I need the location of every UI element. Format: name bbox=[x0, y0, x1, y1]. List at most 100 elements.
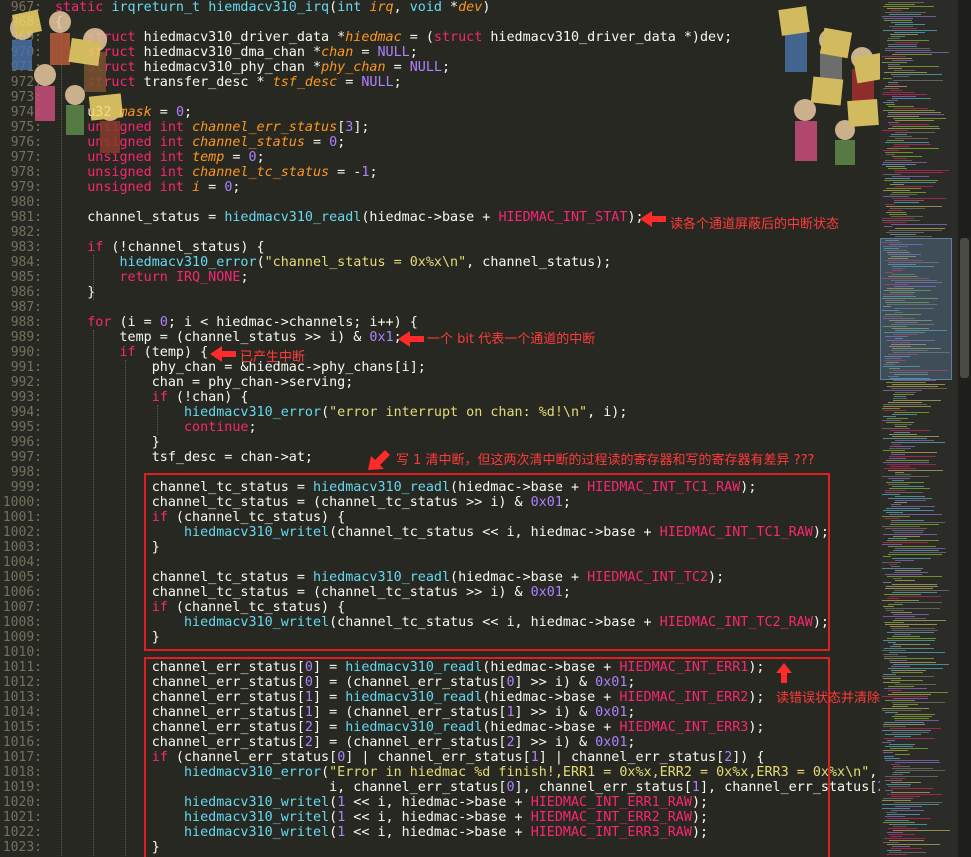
code-token: ( bbox=[329, 825, 338, 840]
code-line[interactable]: if (channel_tc_status) { bbox=[55, 600, 880, 615]
code-token: (temp) { bbox=[135, 345, 209, 360]
code-token: IRQ_NONE bbox=[175, 270, 241, 285]
code-line[interactable]: } bbox=[55, 630, 880, 645]
code-line[interactable]: if (channel_err_status[0] | channel_err_… bbox=[55, 750, 880, 765]
code-token: (i = bbox=[111, 315, 160, 330]
code-line[interactable]: hiedmacv310_error("Error in hiedmac %d f… bbox=[55, 765, 880, 780]
red-arrow-icon bbox=[210, 346, 236, 362]
line-number: 1023: bbox=[2, 840, 42, 855]
code-token: ; bbox=[442, 60, 451, 75]
code-line[interactable]: { bbox=[55, 15, 880, 30]
code-token: if bbox=[87, 240, 104, 255]
code-line[interactable]: hiedmacv310_error("error interrupt on ch… bbox=[55, 405, 880, 420]
code-line[interactable]: unsigned int channel_tc_status = -1; bbox=[55, 165, 880, 180]
code-line[interactable]: channel_tc_status = (channel_tc_status >… bbox=[55, 585, 880, 600]
code-line[interactable]: channel_err_status[1] = (channel_err_sta… bbox=[55, 705, 880, 720]
code-line[interactable]: channel_err_status[1] = hiedmacv310_read… bbox=[55, 690, 880, 705]
code-line[interactable]: } bbox=[55, 435, 880, 450]
code-token: hiedmacv310_readl bbox=[345, 660, 483, 675]
code-area[interactable]: static irqreturn_t hiemdacv310_irq(int i… bbox=[55, 0, 880, 855]
code-token: HIEDMAC_INT_TC2 bbox=[587, 570, 709, 585]
code-token: (hiedmac->base + bbox=[482, 660, 620, 675]
code-line[interactable]: unsigned int i = 0; bbox=[55, 180, 880, 195]
code-token: hiedmacv310_writel bbox=[184, 525, 330, 540]
code-line[interactable] bbox=[55, 195, 880, 210]
code-editor[interactable]: 967: 968: 969: 970: 971: 972: 973: 974: 975: 976:… bbox=[0, 0, 880, 857]
code-line[interactable]: if (!channel_status) { bbox=[55, 240, 880, 255]
code-token: 2 bbox=[304, 735, 313, 750]
code-line[interactable]: hiedmacv310_writel(1 << i, hiedmac->base… bbox=[55, 810, 880, 825]
code-line[interactable]: unsigned int channel_err_status[3]; bbox=[55, 120, 880, 135]
code-line[interactable]: chan = phy_chan->serving; bbox=[55, 375, 880, 390]
minimap-viewport[interactable] bbox=[880, 238, 952, 380]
code-line[interactable]: phy_chan = &hiedmac->phy_chans[i]; bbox=[55, 360, 880, 375]
code-line[interactable]: unsigned int channel_status = 0; bbox=[55, 135, 880, 150]
code-token: 2 bbox=[304, 720, 313, 735]
code-token: ; bbox=[337, 135, 346, 150]
code-token: if bbox=[151, 750, 168, 765]
code-line[interactable]: struct hiedmacv310_driver_data *hiedmac … bbox=[55, 30, 880, 45]
code-line[interactable] bbox=[55, 555, 880, 570]
code-line[interactable] bbox=[55, 645, 880, 660]
code-line[interactable]: unsigned int temp = 0; bbox=[55, 150, 880, 165]
code-token: 0 bbox=[175, 105, 184, 120]
code-token: i, channel_err_status[ bbox=[55, 780, 507, 795]
line-number: 987: bbox=[10, 300, 42, 315]
code-line[interactable]: } bbox=[55, 285, 880, 300]
code-line[interactable]: channel_tc_status = (channel_tc_status >… bbox=[55, 495, 880, 510]
code-line[interactable] bbox=[55, 300, 880, 315]
code-token: unsigned int bbox=[87, 150, 184, 165]
code-line[interactable]: hiedmacv310_writel(1 << i, hiedmac->base… bbox=[55, 825, 880, 840]
line-number: 979: bbox=[10, 180, 42, 195]
code-line[interactable]: hiedmacv310_writel(channel_tc_status << … bbox=[55, 525, 880, 540]
code-line[interactable]: if (!chan) { bbox=[55, 390, 880, 405]
line-number: 973: bbox=[10, 90, 42, 105]
code-token: i bbox=[192, 180, 201, 195]
code-token: irqreturn_t bbox=[111, 0, 201, 15]
code-token: hiedmacv310_driver_data * bbox=[135, 30, 346, 45]
code-token: continue bbox=[184, 420, 249, 435]
code-token: channel_err_status bbox=[192, 120, 338, 135]
code-line[interactable]: channel_err_status[0] = (channel_err_sta… bbox=[55, 675, 880, 690]
code-line[interactable]: struct transfer_desc * tsf_desc = NULL; bbox=[55, 75, 880, 90]
vertical-scrollbar[interactable] bbox=[958, 0, 971, 857]
code-line[interactable]: u32 mask = 0; bbox=[55, 105, 880, 120]
line-number: 1022: bbox=[2, 825, 42, 840]
code-line[interactable]: hiedmacv310_writel(1 << i, hiedmac->base… bbox=[55, 795, 880, 810]
code-line[interactable]: static irqreturn_t hiemdacv310_irq(int i… bbox=[55, 0, 880, 15]
line-number: 977: bbox=[10, 150, 42, 165]
code-token: = bbox=[151, 105, 176, 120]
code-line[interactable]: continue; bbox=[55, 420, 880, 435]
code-line[interactable]: hiedmacv310_error("channel_status = 0x%x… bbox=[55, 255, 880, 270]
line-number: 1001: bbox=[2, 510, 42, 525]
code-line[interactable]: channel_err_status[0] = hiedmacv310_read… bbox=[55, 660, 880, 675]
code-token: struct bbox=[87, 45, 136, 60]
code-token: 0x01 bbox=[595, 705, 628, 720]
code-line[interactable]: } bbox=[55, 840, 880, 855]
code-line[interactable]: return IRQ_NONE; bbox=[55, 270, 880, 285]
code-line[interactable]: channel_err_status[2] = hiedmacv310_read… bbox=[55, 720, 880, 735]
code-line[interactable]: if (temp) { bbox=[55, 345, 880, 360]
code-line[interactable]: channel_tc_status = hiedmacv310_readl(hi… bbox=[55, 480, 880, 495]
code-token: ; i < hiedmac->channels; i++) { bbox=[167, 315, 418, 330]
code-line[interactable]: struct hiedmacv310_phy_chan *phy_chan = … bbox=[55, 60, 880, 75]
code-line[interactable] bbox=[55, 90, 880, 105]
code-line[interactable]: } bbox=[55, 540, 880, 555]
code-line[interactable]: channel_tc_status = hiedmacv310_readl(hi… bbox=[55, 570, 880, 585]
code-line[interactable]: struct hiedmacv310_dma_chan *chan = NULL… bbox=[55, 45, 880, 60]
code-line[interactable]: channel_err_status[2] = (channel_err_sta… bbox=[55, 735, 880, 750]
scrollbar-thumb[interactable] bbox=[960, 238, 969, 378]
code-token: ( bbox=[329, 795, 338, 810]
line-number: 980: bbox=[10, 195, 42, 210]
code-token: (channel_tc_status) { bbox=[167, 510, 346, 525]
code-line[interactable]: i, channel_err_status[0], channel_err_st… bbox=[55, 780, 880, 795]
code-line[interactable]: hiedmacv310_writel(channel_tc_status << … bbox=[55, 615, 880, 630]
code-token: ], channel_err_status[ bbox=[699, 780, 878, 795]
code-line[interactable]: if (channel_tc_status) { bbox=[55, 510, 880, 525]
code-token: << i, hiedmac->base + bbox=[345, 795, 531, 810]
